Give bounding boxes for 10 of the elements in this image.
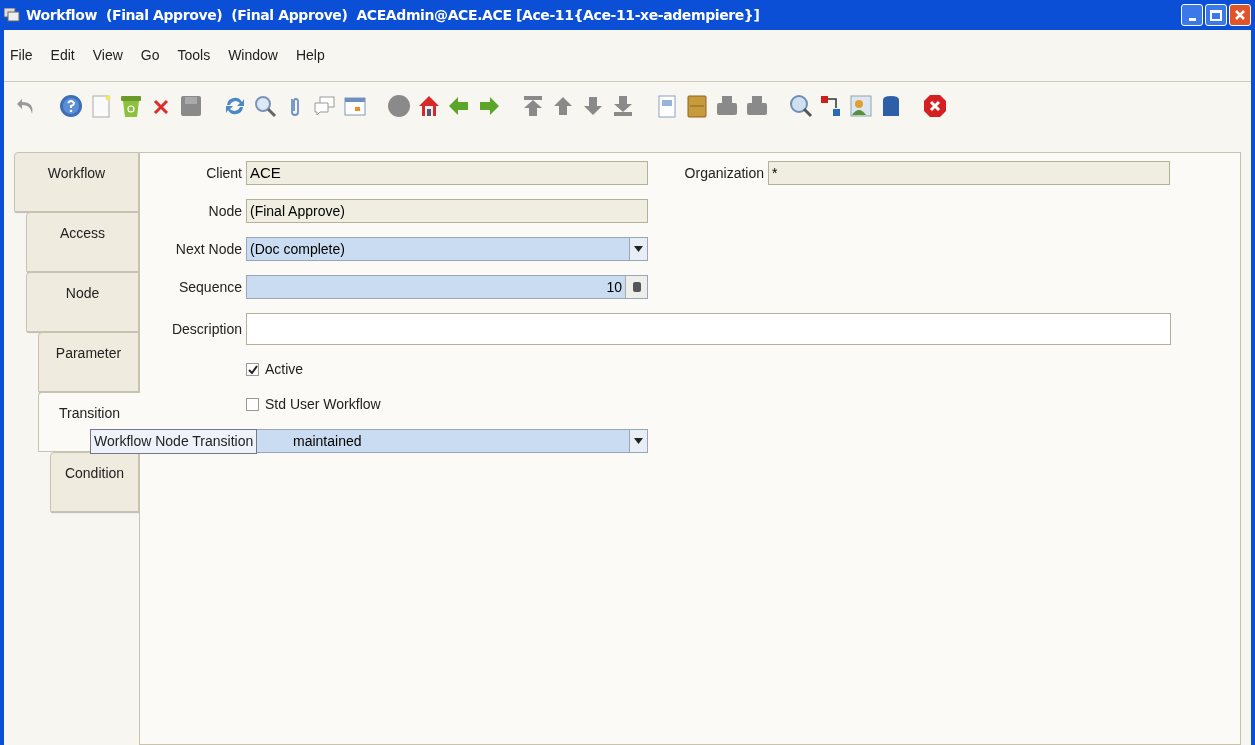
field-label: Node	[207, 201, 243, 221]
field-label: Description	[170, 319, 243, 339]
field-label: Next Node	[174, 239, 243, 259]
field-label: Client	[205, 163, 243, 183]
field-label: Sequence	[177, 277, 243, 297]
field-label: Organization	[683, 163, 765, 183]
window-title: Workflow (Final Approve) (Final Approve) ACEAdmin@ACE.ACE [Ace-11{Ace-11-xe-adempiere}]	[26, 5, 761, 25]
tooltip: Workflow Node Transition	[90, 429, 258, 454]
checkbox-label: Std User Workflow	[265, 395, 381, 414]
checkbox-label: Active	[265, 360, 304, 379]
